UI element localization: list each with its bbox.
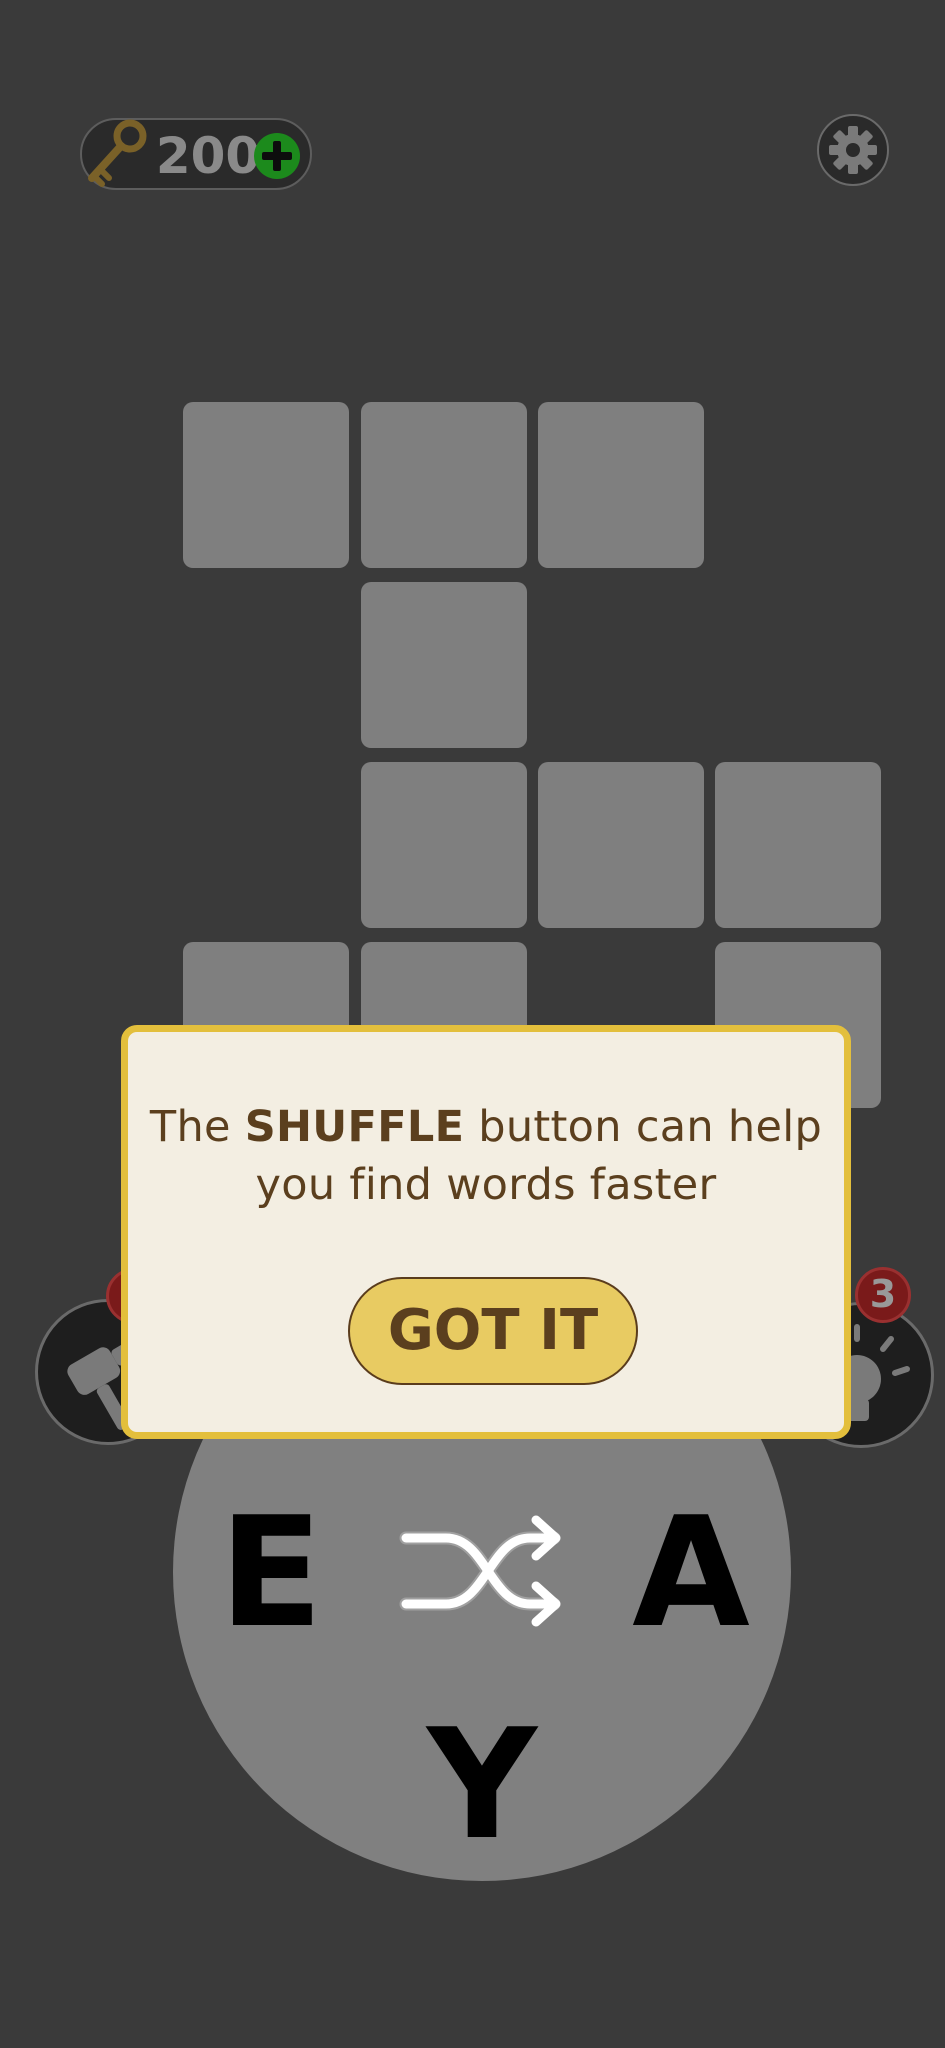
wheel-letter[interactable]: A	[621, 1493, 761, 1653]
key-counter: 200	[80, 118, 312, 190]
crossword-tile	[361, 402, 527, 568]
crossword-tile	[361, 582, 527, 748]
crossword-tile	[538, 762, 704, 928]
shuffle-button[interactable]	[394, 1512, 574, 1632]
hint-count-badge: 3	[855, 1267, 911, 1323]
crossword-tile	[715, 762, 881, 928]
message-suffix: button can help	[464, 1102, 823, 1152]
wheel-letter[interactable]: Y	[412, 1705, 552, 1865]
gear-icon	[829, 126, 877, 174]
message-prefix: The	[149, 1102, 245, 1152]
add-keys-button[interactable]	[254, 133, 300, 179]
dialog-message: The SHUFFLE button can help you find word…	[148, 1098, 824, 1214]
crossword-tile	[361, 762, 527, 928]
wheel-letter[interactable]: E	[201, 1493, 341, 1653]
tutorial-dialog: The SHUFFLE button can help you find word…	[121, 1025, 851, 1439]
crossword-tile	[183, 402, 349, 568]
key-count: 200	[155, 127, 261, 185]
settings-button[interactable]	[817, 114, 889, 186]
message-line2: you find words faster	[255, 1160, 717, 1210]
plus-icon	[262, 141, 292, 171]
got-it-button[interactable]: GOT IT	[348, 1277, 638, 1385]
crossword-tile	[538, 402, 704, 568]
game-screen: 200 3 E A Y The SHUFFLE button can help …	[0, 0, 945, 2048]
key-icon	[78, 112, 158, 192]
shuffle-icon	[399, 1515, 561, 1627]
message-emphasis: SHUFFLE	[244, 1102, 465, 1152]
